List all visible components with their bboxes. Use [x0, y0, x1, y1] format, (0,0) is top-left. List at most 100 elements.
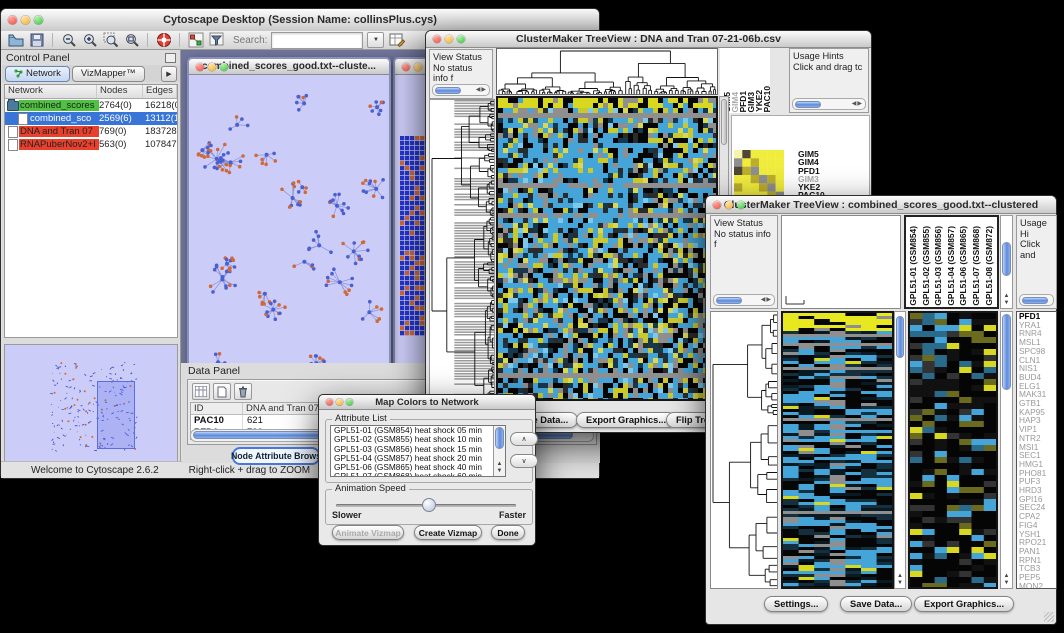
column-header[interactable]: Network — [5, 85, 97, 98]
network-row[interactable]: DNA and Tran 07769(0)183728(0) — [5, 125, 177, 138]
heatmap-zoom[interactable] — [908, 311, 998, 589]
help-lifering-icon[interactable] — [155, 32, 172, 48]
network-row[interactable]: combined_sco2569(6)13112(15) — [5, 112, 177, 125]
node-attribute-browser-tab[interactable]: Node Attribute Brows — [232, 447, 320, 465]
float-panel-icon[interactable] — [165, 53, 176, 63]
scrollbar-thumb[interactable] — [435, 87, 461, 94]
scrollbar-thumb[interactable] — [1002, 314, 1011, 390]
heatmap-global[interactable] — [781, 311, 894, 589]
animate-vizmap-button[interactable]: Animate Vizmap — [332, 525, 404, 540]
filter-icon[interactable] — [208, 32, 225, 48]
close-button[interactable] — [196, 63, 204, 71]
column-header[interactable]: Nodes — [97, 85, 143, 98]
speed-slider-thumb[interactable] — [422, 498, 436, 512]
zoom-selected-icon[interactable] — [102, 32, 119, 48]
scrollbar-arrows[interactable]: ◀▶ — [761, 295, 774, 306]
treeview2-titlebar[interactable]: ClusterMaker TreeView : combined_scores_… — [706, 196, 1056, 214]
vizmapper-nodes-icon[interactable] — [187, 32, 204, 48]
move-up-button[interactable]: ∧ — [510, 432, 538, 446]
column-header[interactable]: Edges — [143, 85, 177, 98]
scrollbar-arrows[interactable]: ▲▼ — [1001, 573, 1012, 587]
scrollbar-arrows[interactable]: ▲▼ — [895, 573, 905, 587]
network1-titlebar[interactable]: combined_scores_good.txt--cluste... — [189, 59, 389, 75]
open-session-icon[interactable] — [7, 32, 24, 48]
delete-attribute-icon[interactable] — [234, 383, 252, 400]
scrollbar-thumb[interactable] — [896, 316, 904, 358]
heatmap-vscrollbar[interactable]: ▲▼ — [894, 311, 906, 589]
attribute-table-icon[interactable] — [388, 32, 405, 48]
network-canvas[interactable] — [189, 74, 389, 381]
zoom-button[interactable] — [34, 16, 43, 25]
mini-heatmap[interactable] — [734, 150, 784, 200]
gene-list-vscrollbar[interactable]: ▲▼ — [1000, 311, 1013, 589]
scrollbar-arrows[interactable]: ▲▼ — [494, 461, 505, 475]
network-row[interactable]: combined_scores2764(0)16218(0) — [5, 99, 177, 112]
minimize-button[interactable] — [414, 63, 422, 71]
scrollbar-arrows[interactable]: ◀▶ — [852, 99, 865, 110]
zoom-in-icon[interactable] — [81, 32, 98, 48]
zoom-out-icon[interactable] — [60, 32, 77, 48]
export-graphics-button[interactable]: Export Graphics... — [914, 596, 1014, 612]
save-data-button[interactable]: Save Data... — [840, 596, 912, 612]
move-down-button[interactable]: ∨ — [510, 454, 538, 468]
birds-eye-viewport-rect[interactable] — [97, 381, 135, 449]
zoom-button[interactable] — [457, 35, 465, 43]
scrollbar-arrows[interactable]: ▲▼ — [1001, 293, 1012, 307]
close-button[interactable] — [8, 16, 17, 25]
attribute-select-icon[interactable] — [192, 383, 210, 400]
column-labels-vscrollbar[interactable]: ▲▼ — [1000, 215, 1013, 309]
attribute-list[interactable]: GPL51-01 (GSM854) heat shock 05 minGPL51… — [330, 425, 506, 477]
new-attribute-icon[interactable] — [213, 383, 231, 400]
resize-grip[interactable] — [1044, 612, 1054, 622]
close-button[interactable] — [433, 35, 441, 43]
attribute-item[interactable]: GPL51-07 (GSM868) heat shock 60 min — [334, 472, 505, 477]
tab-network[interactable]: Network — [5, 66, 70, 82]
usage-hints-hscrollbar[interactable]: ◀▶ — [792, 98, 866, 110]
attribute-list-vscrollbar[interactable]: ▲▼ — [493, 426, 505, 476]
minimize-button[interactable] — [21, 16, 30, 25]
network-row[interactable]: RNAPuberNov2+I563(0)107847(0) — [5, 138, 177, 151]
minimize-button[interactable] — [208, 63, 216, 71]
column-header[interactable]: ID — [191, 403, 243, 414]
save-session-icon[interactable] — [28, 32, 45, 48]
export-graphics-button[interactable]: Export Graphics... — [576, 412, 676, 428]
column-dendrogram[interactable] — [496, 48, 718, 95]
birds-eye-view[interactable] — [4, 344, 178, 462]
zoom-button[interactable] — [220, 63, 228, 71]
scrollbar-thumb[interactable] — [716, 297, 742, 304]
search-input[interactable] — [271, 32, 363, 49]
zoom-fit-icon[interactable] — [123, 32, 140, 48]
tab-vizmapper[interactable]: VizMapper™ — [72, 66, 145, 82]
network-name: combined_sco — [29, 113, 99, 124]
heatmap-global[interactable] — [496, 96, 718, 401]
treeview1-titlebar[interactable]: ClusterMaker TreeView : DNA and Tran 07-… — [426, 31, 871, 48]
create-vizmap-button[interactable]: Create Vizmap — [414, 525, 482, 540]
column-dendrogram-area[interactable] — [781, 215, 901, 309]
zoom-button[interactable] — [346, 399, 353, 406]
scrollbar-thumb[interactable] — [495, 427, 504, 449]
view-status-hscrollbar[interactable]: ◀▶ — [432, 84, 490, 96]
scrollbar-thumb[interactable] — [795, 101, 821, 108]
minimize-button[interactable] — [445, 35, 453, 43]
search-dropdown-button[interactable]: ▼ — [367, 32, 384, 48]
close-button[interactable] — [326, 399, 333, 406]
main-titlebar[interactable]: Cytoscape Desktop (Session Name: collins… — [1, 9, 599, 32]
close-button[interactable] — [713, 201, 721, 209]
close-button[interactable] — [402, 63, 410, 71]
network-list-header[interactable]: NetworkNodesEdges — [5, 85, 177, 99]
tab-overflow-button[interactable]: ▶ — [161, 66, 177, 82]
scrollbar-thumb[interactable] — [721, 99, 727, 145]
scrollbar-thumb[interactable] — [1022, 297, 1048, 304]
scrollbar-thumb[interactable] — [1002, 242, 1011, 276]
minimize-button[interactable] — [336, 399, 343, 406]
row-dendrogram[interactable] — [710, 311, 778, 589]
usage-hints-hscrollbar[interactable] — [1019, 294, 1054, 306]
row-dendrogram[interactable] — [429, 99, 495, 406]
minimize-button[interactable] — [725, 201, 733, 209]
settings-button[interactable]: Settings... — [764, 596, 828, 612]
zoom-button[interactable] — [737, 201, 745, 209]
scrollbar-arrows[interactable]: ◀▶ — [476, 85, 489, 96]
view-status-hscrollbar[interactable]: ◀▶ — [713, 294, 775, 306]
done-button[interactable]: Done — [491, 525, 525, 540]
dialog-titlebar[interactable]: Map Colors to Network — [319, 395, 535, 410]
